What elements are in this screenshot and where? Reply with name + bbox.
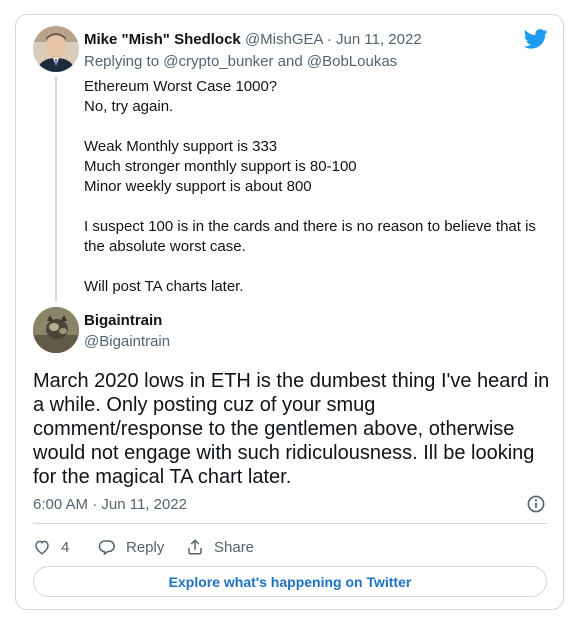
like-count: 4 xyxy=(61,538,70,556)
tweet1-author-name[interactable]: Mike "Mish" Shedlock xyxy=(84,31,241,48)
tweet-card: Mike "Mish" Shedlock @MishGEA · Jun 11, … xyxy=(15,14,564,610)
header-separator: · xyxy=(326,31,332,48)
tweet1-date[interactable]: Jun 11, 2022 xyxy=(336,31,422,48)
replying-to: Replying to @crypto_bunker and @BobLouka… xyxy=(84,53,397,70)
thread-line xyxy=(55,77,57,301)
reply-user-link[interactable]: @BobLoukas xyxy=(307,53,397,70)
tweet1-header: Mike "Mish" Shedlock @MishGEA · Jun 11, … xyxy=(84,31,422,48)
tweet2-text: March 2020 lows in ETH is the dumbest th… xyxy=(33,370,550,488)
reply-user-link[interactable]: @crypto_bunker xyxy=(163,53,273,70)
tweet1-line: Ethereum Worst Case 1000? xyxy=(84,78,278,95)
twitter-bird-icon[interactable] xyxy=(524,29,548,49)
share-button[interactable]: Share xyxy=(186,537,254,557)
tweet2-author-name[interactable]: Bigaintrain xyxy=(84,312,162,329)
reply-button[interactable]: Reply xyxy=(98,537,164,557)
explore-button[interactable]: Explore what's happening on Twitter xyxy=(33,566,547,597)
share-label: Share xyxy=(214,538,255,556)
tweet1-line: Minor weekly support is about 800 xyxy=(84,178,312,195)
reply-label: Reply xyxy=(126,538,165,556)
info-icon[interactable] xyxy=(527,495,545,513)
tweet1-line: Weak Monthly support is 333 xyxy=(84,138,278,155)
divider xyxy=(33,523,547,524)
avatar-mish[interactable] xyxy=(33,26,79,72)
tweet1-handle[interactable]: @MishGEA xyxy=(245,31,323,48)
tweet1-line: Will post TA charts later. xyxy=(84,278,244,295)
replying-to-label: Replying to xyxy=(84,53,160,70)
tweet1-line: Much stronger monthly support is 80-100 xyxy=(84,158,357,175)
tweet2-timestamp[interactable]: 6:00 AM · Jun 11, 2022 xyxy=(33,496,187,513)
share-icon xyxy=(188,539,202,555)
avatar-bigaintrain[interactable] xyxy=(33,307,79,353)
replying-to-and: and xyxy=(277,53,303,70)
reply-icon xyxy=(98,540,115,555)
tweet2-handle[interactable]: @Bigaintrain xyxy=(84,333,170,350)
like-button[interactable]: 4 xyxy=(33,537,69,557)
tweet1-line: I suspect 100 is in the cards and there … xyxy=(84,218,536,255)
heart-icon xyxy=(35,540,49,555)
tweet1-line: No, try again. xyxy=(84,98,174,115)
tweet1-text: Ethereum Worst Case 1000? No, try again.… xyxy=(84,77,554,297)
